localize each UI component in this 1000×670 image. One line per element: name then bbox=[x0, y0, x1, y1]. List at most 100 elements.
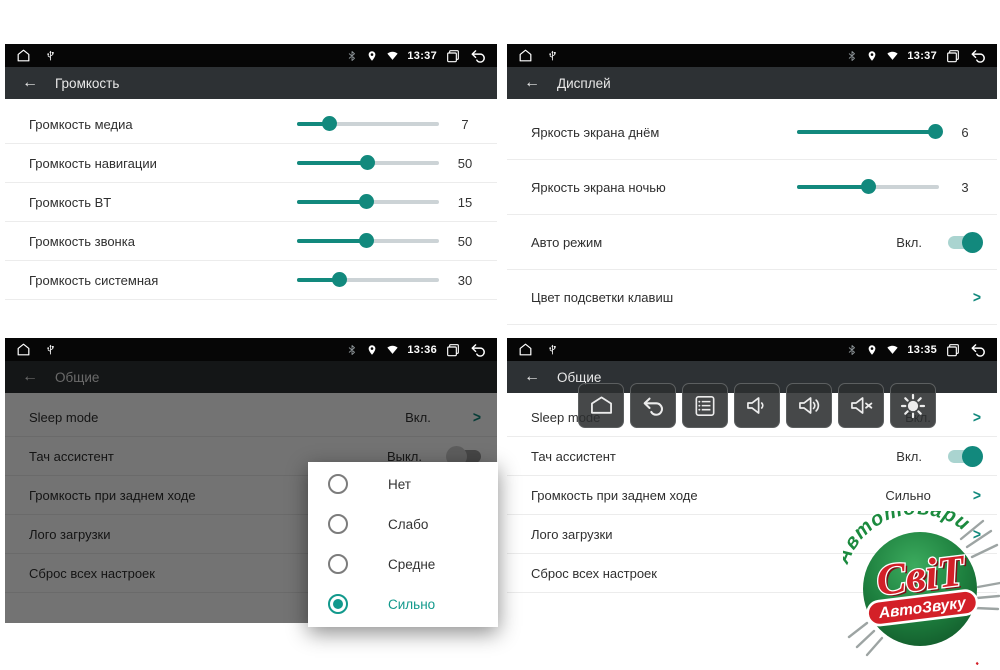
status-bar: 13:35 bbox=[507, 338, 997, 361]
auto-mode-toggle[interactable] bbox=[948, 236, 981, 249]
toolbar-back-button[interactable] bbox=[630, 383, 676, 428]
dialog-option-strong[interactable]: Сильно bbox=[308, 584, 498, 624]
wifi-icon bbox=[386, 49, 399, 62]
row-label: Громкость навигации bbox=[29, 156, 297, 171]
key-backlight-row[interactable]: Цвет подсветки клавиш bbox=[507, 270, 997, 325]
status-time: 13:37 bbox=[407, 50, 437, 62]
status-bar: 13:37 bbox=[507, 44, 997, 67]
home-icon[interactable] bbox=[517, 47, 534, 64]
dialog-option-weak[interactable]: Слабо bbox=[308, 504, 498, 544]
dialog-option-none[interactable]: Нет bbox=[308, 464, 498, 504]
app-bar: Дисплей bbox=[507, 67, 997, 99]
brightness-day-slider[interactable] bbox=[797, 124, 939, 140]
boot-logo-row[interactable]: Лого загрузки bbox=[507, 515, 997, 554]
row-state: Вкл. bbox=[896, 449, 922, 464]
location-icon bbox=[866, 344, 878, 356]
bt-volume-slider[interactable] bbox=[297, 194, 439, 210]
volume-row-bt: Громкость BT 15 bbox=[5, 183, 497, 222]
touch-assistant-row[interactable]: Тач ассистент Вкл. bbox=[507, 437, 997, 476]
touch-assistant-toggle[interactable] bbox=[948, 450, 981, 463]
panel-volume: 13:37 Громкость Громкость медиа 7 Громко… bbox=[5, 44, 497, 310]
mute-icon bbox=[848, 392, 875, 419]
nav-volume-slider[interactable] bbox=[297, 155, 439, 171]
bluetooth-icon bbox=[846, 50, 858, 62]
app-bar: Громкость bbox=[5, 67, 497, 99]
location-icon bbox=[366, 344, 378, 356]
reverse-volume-dialog: Нет Слабо Средне Сильно bbox=[308, 462, 498, 627]
auto-mode-row: Авто режим Вкл. bbox=[507, 215, 997, 270]
chevron-right-icon bbox=[973, 288, 981, 306]
option-label: Нет bbox=[388, 477, 411, 492]
option-label: Средне bbox=[388, 557, 435, 572]
reset-all-row[interactable]: Сброс всех настроек bbox=[507, 554, 997, 593]
option-label: Слабо bbox=[388, 517, 428, 532]
dialog-option-medium[interactable]: Средне bbox=[308, 544, 498, 584]
volume-row-nav: Громкость навигации 50 bbox=[5, 144, 497, 183]
back-arrow-icon[interactable] bbox=[22, 75, 38, 91]
toolbar-list-button[interactable] bbox=[682, 383, 728, 428]
wifi-icon bbox=[886, 343, 899, 356]
recents-icon[interactable] bbox=[945, 48, 961, 64]
radio-icon[interactable] bbox=[328, 554, 348, 574]
back-nav-icon[interactable] bbox=[469, 47, 487, 65]
panel-display: 13:37 Дисплей Яркость экрана днём 6 Ярко… bbox=[507, 44, 997, 320]
radio-icon[interactable] bbox=[328, 474, 348, 494]
toolbar-mute-button[interactable] bbox=[838, 383, 884, 428]
quick-toolbar bbox=[578, 383, 936, 428]
status-bar: 13:37 bbox=[5, 44, 497, 67]
media-volume-slider[interactable] bbox=[297, 116, 439, 132]
status-bar: 13:36 bbox=[5, 338, 497, 361]
row-value: 3 bbox=[949, 180, 981, 195]
row-value: 30 bbox=[449, 273, 481, 288]
location-icon bbox=[366, 50, 378, 62]
back-nav-icon[interactable] bbox=[969, 47, 987, 65]
usb-icon bbox=[546, 343, 559, 356]
row-label: Яркость экрана ночью bbox=[531, 180, 797, 195]
brightness-icon bbox=[899, 392, 927, 420]
back-nav-icon[interactable] bbox=[469, 341, 487, 359]
option-label: Сильно bbox=[388, 597, 435, 612]
back-arrow-icon[interactable] bbox=[524, 369, 540, 385]
home-icon bbox=[588, 392, 615, 419]
list-icon bbox=[692, 393, 718, 419]
toolbar-volume-down-button[interactable] bbox=[734, 383, 780, 428]
wifi-icon bbox=[886, 49, 899, 62]
radio-icon[interactable] bbox=[328, 514, 348, 534]
system-volume-slider[interactable] bbox=[297, 272, 439, 288]
toolbar-volume-up-button[interactable] bbox=[786, 383, 832, 428]
volume-row-system: Громкость системная 30 bbox=[5, 261, 497, 300]
status-time: 13:35 bbox=[907, 344, 937, 356]
toolbar-home-button[interactable] bbox=[578, 383, 624, 428]
status-time: 13:37 bbox=[907, 50, 937, 62]
row-value: 50 bbox=[449, 156, 481, 171]
radio-selected-icon[interactable] bbox=[328, 594, 348, 614]
row-label: Громкость звонка bbox=[29, 234, 297, 249]
volume-row-media: Громкость медиа 7 bbox=[5, 105, 497, 144]
recents-icon[interactable] bbox=[445, 342, 461, 358]
recents-icon[interactable] bbox=[445, 48, 461, 64]
page-title: Громкость bbox=[55, 76, 119, 91]
row-label: Громкость системная bbox=[29, 273, 297, 288]
bluetooth-icon bbox=[346, 344, 358, 356]
back-arrow-icon[interactable] bbox=[524, 75, 540, 91]
volume-row-ring: Громкость звонка 50 bbox=[5, 222, 497, 261]
ring-volume-slider[interactable] bbox=[297, 233, 439, 249]
row-label: Тач ассистент bbox=[531, 449, 896, 464]
usb-icon bbox=[546, 49, 559, 62]
home-icon[interactable] bbox=[517, 341, 534, 358]
row-label: Цвет подсветки клавиш bbox=[531, 290, 973, 305]
home-icon[interactable] bbox=[15, 341, 32, 358]
toolbar-brightness-button[interactable] bbox=[890, 383, 936, 428]
brightness-night-row: Яркость экрана ночью 3 bbox=[507, 160, 997, 215]
row-label: Лого загрузки bbox=[531, 527, 973, 542]
row-value: 50 bbox=[449, 234, 481, 249]
page-title: Дисплей bbox=[557, 76, 611, 91]
brightness-night-slider[interactable] bbox=[797, 179, 939, 195]
recents-icon[interactable] bbox=[945, 342, 961, 358]
chevron-right-icon bbox=[973, 486, 981, 504]
reverse-volume-row[interactable]: Громкость при заднем ходе Сильно bbox=[507, 476, 997, 515]
row-label: Сброс всех настроек bbox=[531, 566, 981, 581]
back-nav-icon[interactable] bbox=[969, 341, 987, 359]
panel-general: 13:35 Общие Sleep mode Вкл. Тач ассистен… bbox=[507, 338, 997, 666]
home-icon[interactable] bbox=[15, 47, 32, 64]
